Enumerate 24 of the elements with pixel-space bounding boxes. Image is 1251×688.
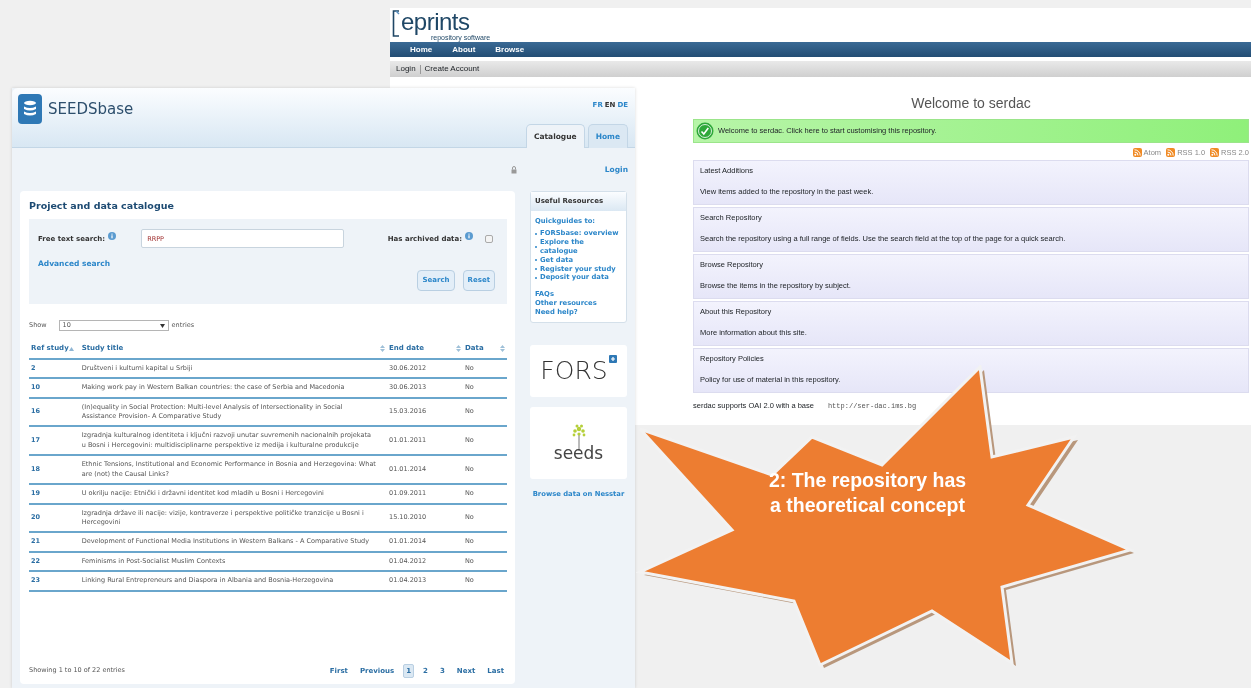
lock-icon <box>510 165 517 174</box>
nav-link[interactable]: Home <box>400 42 443 57</box>
archived-checkbox[interactable] <box>485 234 493 243</box>
database-icon <box>18 94 42 124</box>
nav-link[interactable]: Browse <box>485 42 535 57</box>
feed-icon <box>1210 148 1220 158</box>
caret-icon <box>159 323 165 328</box>
plus-icon <box>608 354 617 363</box>
account-link[interactable]: Create Account <box>424 63 480 75</box>
section-heading: Project and data catalogue <box>29 199 175 213</box>
logo-wordmark: seeds <box>553 445 604 463</box>
logo-text: eprints <box>401 10 471 34</box>
page-title: Welcome to serdac <box>910 94 1032 113</box>
logo-bracket-icon <box>392 10 400 37</box>
logo-wordmark: FORS <box>540 355 608 388</box>
info-icon <box>465 232 473 241</box>
callout-text: 2: The repository has a theoretical concept <box>767 468 968 519</box>
account-link[interactable]: Login <box>396 63 416 75</box>
info-icon <box>108 232 117 241</box>
check-icon <box>696 122 714 140</box>
feed-icon <box>1166 148 1176 158</box>
feed-icon <box>1132 148 1142 158</box>
nav-link[interactable]: About <box>442 42 486 57</box>
brand-name: SEEDSbase <box>48 98 134 120</box>
